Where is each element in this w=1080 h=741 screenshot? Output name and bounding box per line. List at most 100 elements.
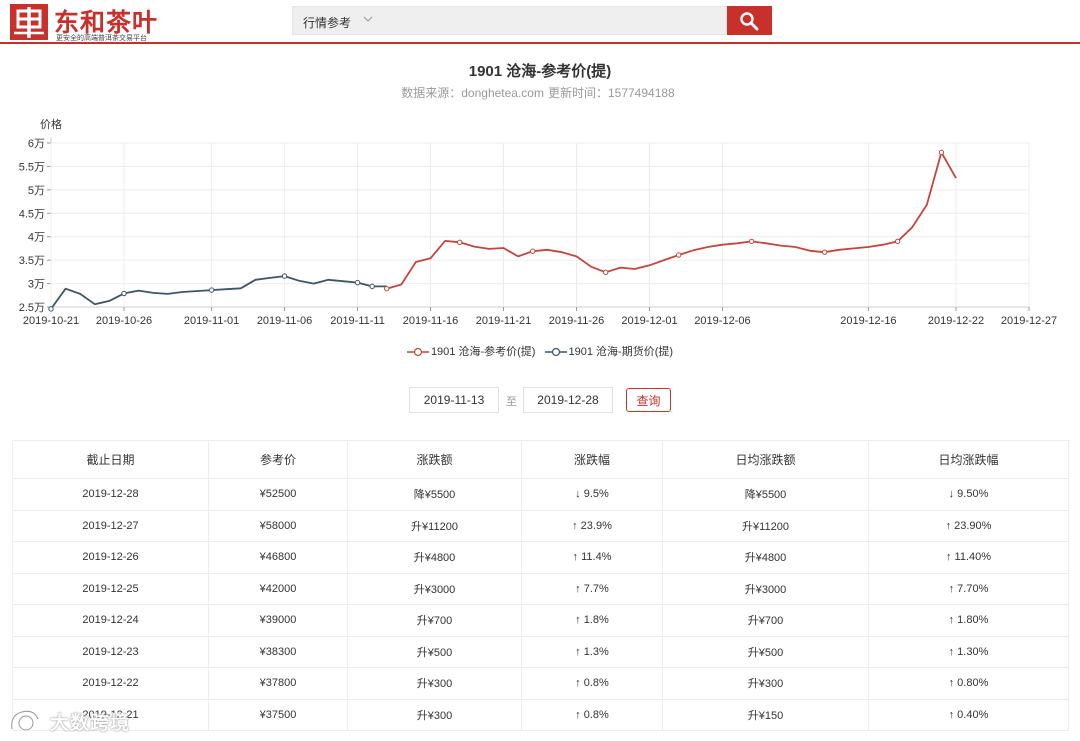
cell-daily-pct: ↑ 1.30% [868,635,1069,668]
cell-date: 2019-12-26 [12,541,209,574]
y-tick-label: 4.5万 [19,208,45,220]
cell-change: 升¥3000 [347,572,522,605]
y-tick-label: 3.5万 [19,255,45,267]
chart-subtitle: 数据来源：donghetea.com 更新时间：1577494188 [0,84,1080,101]
table-row: 2019-12-28 ¥52500 降¥5500 ↓ 9.5% 降¥5500 ↓ 9.50… [12,478,1069,511]
table-row: 2019-12-24 ¥39000 升¥700 ↑ 1.8% 升¥700 ↑ 1.80% [12,604,1069,637]
chart-legend: 1901 沧海-参考价(提) 1901 沧海-期货价(提) [0,343,1080,359]
table-header-row: 截止日期 参考价 涨跌额 涨跌幅 日均涨跌额 日均涨跌幅 [12,440,1069,479]
data-point [281,273,288,279]
cell-pct: ↓ 9.5% [521,478,663,511]
cell-pct: ↑ 23.9% [521,509,663,542]
search-input[interactable] [383,9,717,33]
table-row: 2019-12-21 ¥37500 升¥300 ↑ 0.8% 升¥150 ↑ 0.40% [12,698,1069,731]
query-button[interactable]: 查询 [626,388,671,412]
watermark-text: 大数跨境 [50,713,131,734]
cell-daily-change: 升¥700 [662,604,869,637]
table-row: 2019-12-22 ¥37800 升¥300 ↑ 0.8% 升¥300 ↑ 0.80% [12,667,1069,700]
column-header: 截止日期 [12,440,209,479]
search-box: 行情参考 [292,6,727,35]
table-row: 2019-12-26 ¥46800 升¥4800 ↑ 11.4% 升¥4800 ↑ 11.… [12,541,1069,574]
y-tick-label: 2.5万 [19,302,45,314]
search-button[interactable] [727,6,772,35]
cell-daily-change: 升¥500 [662,635,869,668]
table-row: 2019-12-27 ¥58000 升¥11200 ↑ 23.9% 升¥11200 ↑ 2… [12,509,1069,542]
cell-price: ¥46800 [208,541,348,574]
cell-daily-change: 降¥5500 [662,478,869,511]
start-date-input[interactable] [409,387,499,413]
x-tick-label: 2019-11-01 [184,315,239,327]
x-tick-label: 2019-11-26 [549,315,604,327]
x-tick-label: 2019-11-21 [476,315,531,327]
x-tick-label: 2019-12-01 [621,315,677,327]
x-tick-label: 2019-10-26 [96,315,152,327]
cell-pct: ↑ 0.8% [521,667,663,700]
cell-change: 降¥5500 [347,478,522,511]
legend-label: 1901 沧海-参考价(提) [430,346,536,358]
x-tick-label: 2019-11-16 [403,315,458,327]
x-tick-label: 2019-11-06 [257,315,312,327]
cell-change: 升¥700 [347,604,522,637]
column-header: 日均涨跌额 [662,440,869,479]
watermark: 大数跨境 [8,705,148,735]
legend-item-reference[interactable]: 1901 沧海-参考价(提) [406,343,536,359]
data-point [938,149,945,156]
y-tick-label: 5万 [28,185,45,197]
column-header: 日均涨跌幅 [868,440,1069,479]
cell-daily-pct: ↑ 11.40% [868,541,1069,574]
legend-line-icon [544,347,567,357]
update-time: 更新时间：1577494188 [547,86,675,100]
cell-daily-change: 升¥150 [662,698,869,731]
cell-pct: ↑ 1.8% [521,604,663,637]
x-tick-label: 2019-10-21 [23,315,79,327]
data-point [894,238,901,245]
legend-item-futures[interactable]: 1901 沧海-期货价(提) [544,343,673,359]
range-separator: 至 [506,396,517,408]
x-tick-label: 2019-11-11 [330,315,385,327]
chart-title: 1901 沧海-参考价(提) [468,63,612,80]
y-tick-label: 4万 [28,232,45,244]
brand-seal-icon [10,4,48,40]
cell-daily-change: 升¥300 [662,667,869,700]
cell-daily-pct: ↑ 0.40% [868,698,1069,731]
series-line-reference [386,151,957,290]
search-type-select[interactable]: 行情参考 [303,14,351,31]
end-date-input[interactable] [523,387,613,413]
data-source: 数据来源：donghetea.com [401,86,544,100]
table-row: 2019-12-25 ¥42000 升¥3000 ↑ 7.7% 升¥3000 ↑ 7.70… [12,572,1069,605]
cell-change: 升¥11200 [347,509,522,542]
data-point [369,283,375,290]
y-axis-title: 价格 [40,117,62,131]
x-tick-label: 2019-12-06 [694,315,750,327]
y-tick-label: 3万 [28,279,45,291]
chevron-down-icon[interactable] [363,15,373,23]
cell-daily-change: 升¥3000 [662,572,869,605]
price-history-table: 截止日期 参考价 涨跌额 涨跌幅 日均涨跌额 日均涨跌幅 2019-12-28 ¥… [12,440,1069,731]
cell-price: ¥58000 [208,509,348,542]
cell-change: 升¥4800 [347,541,522,574]
cell-change: 升¥500 [347,635,522,668]
cell-pct: ↑ 1.3% [521,635,663,668]
series-line-futures [50,275,387,310]
y-tick-label: 5.5万 [19,161,45,173]
cell-pct: ↑ 11.4% [521,541,663,574]
cell-daily-pct: ↓ 9.50% [868,478,1069,511]
price-line-chart: 2.5万 3万 3.5万 4万 4.5万 5万 5.5万 6万 价格 2019-10-21 2019… [19,117,1057,327]
cell-date: 2019-12-25 [12,572,209,605]
cell-date: 2019-12-22 [12,667,209,700]
cell-daily-pct: ↑ 0.80% [868,667,1069,700]
data-point [384,286,390,292]
cell-price: ¥37500 [208,698,348,731]
data-point [675,252,682,258]
cell-daily-pct: ↑ 7.70% [868,572,1069,605]
site-logo[interactable]: 东和茶叶 更安全的高端普洱茶交易平台 [10,3,180,42]
cell-change: 升¥300 [347,698,522,731]
cell-price: ¥42000 [208,572,348,605]
search-icon [740,12,759,31]
data-point [821,249,828,255]
y-tick-label: 6万 [28,138,45,150]
cell-pct: ↑ 7.7% [521,572,663,605]
cell-daily-pct: ↑ 1.80% [868,604,1069,637]
cell-date: 2019-12-27 [12,509,209,542]
cell-price: ¥37800 [208,667,348,700]
